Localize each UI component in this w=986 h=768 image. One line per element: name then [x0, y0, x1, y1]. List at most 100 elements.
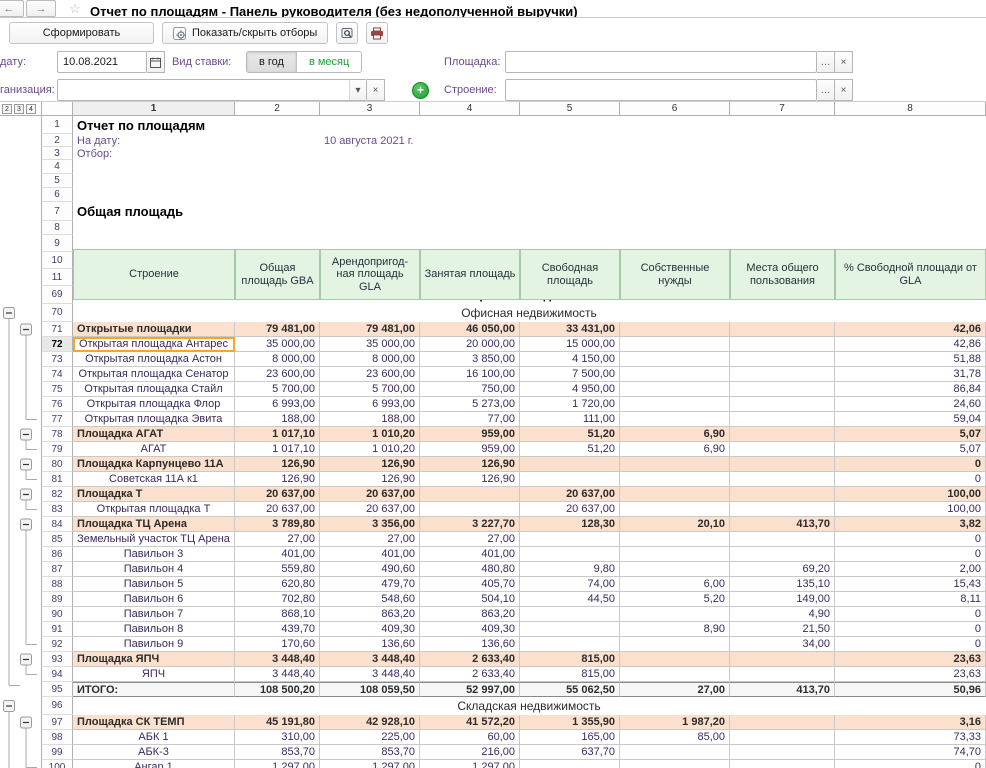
row-value-cell[interactable]: 126,90: [235, 472, 320, 487]
row-value-cell[interactable]: 126,90: [320, 472, 420, 487]
row-value-cell[interactable]: 188,00: [235, 412, 320, 427]
row-value-cell[interactable]: [620, 607, 730, 622]
row-label-cell[interactable]: Площадка ЯПЧ: [73, 652, 235, 667]
row-value-cell[interactable]: 42,86: [835, 337, 986, 352]
row-value-cell[interactable]: [730, 760, 835, 768]
row-header[interactable]: 90: [41, 607, 73, 622]
table-row[interactable]: 87 Павильон 4 559,80 490,60 480,80 9,80 69,20 2…: [0, 562, 986, 577]
table-row[interactable]: 82 Площадка Т 20 637,00 20 637,00 20 637,00 1…: [0, 487, 986, 502]
table-row[interactable]: 84 Площадка ТЦ Арена 3 789,80 3 356,00 3 227…: [0, 517, 986, 532]
row-value-cell[interactable]: [520, 637, 620, 652]
row-value-cell[interactable]: 5,07: [835, 442, 986, 457]
row-header[interactable]: 5: [41, 174, 73, 188]
table-header-cell[interactable]: Занятая площадь: [420, 249, 520, 300]
row-value-cell[interactable]: 863,20: [420, 607, 520, 622]
row-header[interactable]: 86: [41, 547, 73, 562]
row-value-cell[interactable]: 3,16: [835, 715, 986, 730]
row-value-cell[interactable]: 401,00: [420, 547, 520, 562]
row-value-cell[interactable]: 79 481,00: [235, 322, 320, 337]
row-value-cell[interactable]: 55 062,50: [520, 682, 620, 697]
row-value-cell[interactable]: 868,10: [235, 607, 320, 622]
row-value-cell[interactable]: 6,90: [620, 427, 730, 442]
row-header[interactable]: 1: [41, 116, 73, 134]
row-header[interactable]: 100: [41, 760, 73, 768]
row-value-cell[interactable]: [730, 667, 835, 682]
row-header[interactable]: 71: [41, 322, 73, 337]
row-label-cell[interactable]: Павильон 9: [73, 637, 235, 652]
row-header[interactable]: 94: [41, 667, 73, 682]
row-value-cell[interactable]: 51,20: [520, 427, 620, 442]
row-value-cell[interactable]: 73,33: [835, 730, 986, 745]
column-header-2[interactable]: 2: [235, 102, 320, 115]
row-value-cell[interactable]: [730, 442, 835, 457]
rate-option-year[interactable]: в год: [247, 52, 296, 72]
table-header-cell[interactable]: Свободная площадь: [520, 249, 620, 300]
table-row[interactable]: 74 Открытая площадка Сенатор 23 600,00 23 6…: [0, 367, 986, 382]
row-value-cell[interactable]: 559,80: [235, 562, 320, 577]
row-value-cell[interactable]: 42,06: [835, 322, 986, 337]
row-value-cell[interactable]: 51,88: [835, 352, 986, 367]
row-label-cell[interactable]: Открытая площадка Флор: [73, 397, 235, 412]
row-value-cell[interactable]: [730, 715, 835, 730]
row-header[interactable]: 98: [41, 730, 73, 745]
row-value-cell[interactable]: [620, 562, 730, 577]
row-value-cell[interactable]: 126,90: [320, 457, 420, 472]
row-label-cell[interactable]: Площадка ТЦ Арена: [73, 517, 235, 532]
site-select-ellipsis-icon[interactable]: …: [817, 51, 835, 73]
row-header[interactable]: 88: [41, 577, 73, 592]
row-value-cell[interactable]: [730, 502, 835, 517]
row-value-cell[interactable]: 23 600,00: [320, 367, 420, 382]
row-header[interactable]: 93: [41, 652, 73, 667]
table-row[interactable]: 71 Открытые площадки 79 481,00 79 481,00 46 …: [0, 322, 986, 337]
row-value-cell[interactable]: 21,50: [730, 622, 835, 637]
row-value-cell[interactable]: 1 987,20: [620, 715, 730, 730]
row-value-cell[interactable]: [620, 457, 730, 472]
row-value-cell[interactable]: [520, 472, 620, 487]
row-label-cell[interactable]: Площадка СК ТЕМП: [73, 715, 235, 730]
row-value-cell[interactable]: 188,00: [320, 412, 420, 427]
row-value-cell[interactable]: 1 297,00: [420, 760, 520, 768]
row-value-cell[interactable]: 136,60: [320, 637, 420, 652]
row-value-cell[interactable]: [620, 487, 730, 502]
star-icon[interactable]: ☆: [66, 2, 84, 15]
row-value-cell[interactable]: [730, 352, 835, 367]
row-value-cell[interactable]: 1 017,10: [235, 427, 320, 442]
row-value-cell[interactable]: 111,00: [520, 412, 620, 427]
row-value-cell[interactable]: 1 010,20: [320, 427, 420, 442]
row-value-cell[interactable]: 750,00: [420, 382, 520, 397]
row-header[interactable]: 79: [41, 442, 73, 457]
row-header[interactable]: 89: [41, 592, 73, 607]
row-label-cell[interactable]: Павильон 7: [73, 607, 235, 622]
row-header[interactable]: 78: [41, 427, 73, 442]
outline-level-4[interactable]: 4: [26, 103, 36, 114]
row-label-cell[interactable]: Открытая площадка Стайл: [73, 382, 235, 397]
row-header[interactable]: 81: [41, 472, 73, 487]
row-label-cell[interactable]: АБК 1: [73, 730, 235, 745]
row-value-cell[interactable]: 439,70: [235, 622, 320, 637]
row-value-cell[interactable]: 3 789,80: [235, 517, 320, 532]
row-value-cell[interactable]: 637,70: [520, 745, 620, 760]
row-value-cell[interactable]: 20 637,00: [320, 487, 420, 502]
row-value-cell[interactable]: 2 633,40: [420, 652, 520, 667]
row-header[interactable]: 10: [41, 252, 73, 269]
table-header-cell[interactable]: Собственные нужды: [620, 249, 730, 300]
row-value-cell[interactable]: [730, 367, 835, 382]
row-header[interactable]: 83: [41, 502, 73, 517]
row-value-cell[interactable]: 23 600,00: [235, 367, 320, 382]
row-value-cell[interactable]: 77,00: [420, 412, 520, 427]
column-header-3[interactable]: 3: [320, 102, 420, 115]
row-value-cell[interactable]: 9,80: [520, 562, 620, 577]
row-value-cell[interactable]: 52 997,00: [420, 682, 520, 697]
row-value-cell[interactable]: 20 637,00: [520, 487, 620, 502]
row-value-cell[interactable]: 310,00: [235, 730, 320, 745]
row-value-cell[interactable]: 108 500,20: [235, 682, 320, 697]
row-value-cell[interactable]: [620, 412, 730, 427]
row-value-cell[interactable]: 27,00: [620, 682, 730, 697]
row-value-cell[interactable]: 74,70: [835, 745, 986, 760]
row-value-cell[interactable]: 170,60: [235, 637, 320, 652]
row-header[interactable]: 99: [41, 745, 73, 760]
row-value-cell[interactable]: 79 481,00: [320, 322, 420, 337]
row-value-cell[interactable]: 0: [835, 760, 986, 768]
row-value-cell[interactable]: 1 297,00: [320, 760, 420, 768]
row-value-cell[interactable]: 401,00: [235, 547, 320, 562]
